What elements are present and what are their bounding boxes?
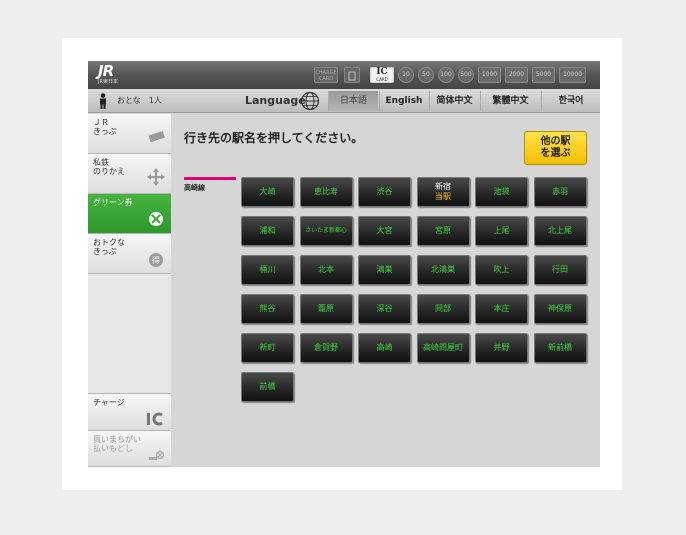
lang-japanese-button[interactable]: 日本語 [328,91,378,111]
bill-10000-indicator: 10000 [559,67,586,83]
station-button[interactable]: 浦和 [241,216,294,246]
discount-icon: 得 [149,253,163,267]
card-slot-icon [344,67,360,83]
coin-50-indicator: 50 [418,67,434,83]
station-button[interactable]: 上尾 [475,216,528,246]
lang-traditional-chinese-button[interactable]: 繁體中文 [480,91,540,111]
coin-10-indicator: 10 [398,67,414,83]
station-button[interactable]: 岡部 [416,294,470,324]
logo-sub: JR東日本 [98,79,118,85]
station-button[interactable]: さいたま新都心 [299,216,353,246]
other-station-button[interactable]: 他の駅 を選ぶ [524,131,587,165]
svg-text:得: 得 [152,255,160,265]
language-label: Language [245,94,306,107]
charge-card-label: CHARGE CARD [315,70,337,82]
station-button[interactable]: 前橋 [241,372,294,402]
top-bar: JR JR東日本 CHARGE CARD IC CARD 10 50 100 5… [88,61,600,89]
station-button[interactable]: 深谷 [358,294,411,324]
sidebar-item-refund[interactable]: 買いまちがい 払いもどし [88,431,171,467]
station-button[interactable]: 新町 [241,333,294,363]
current-station-name: 新宿 [435,182,451,191]
jr-logo: JR JR東日本 [98,64,124,86]
sidebar-item-green-ticket[interactable]: グリーン券 [88,194,171,234]
station-button[interactable]: 北鴻巣 [416,255,470,285]
station-button[interactable]: 行田 [533,255,587,285]
refund-icon [149,450,164,460]
line-label: 高崎線 [184,184,205,192]
green-car-icon [149,212,163,226]
page-title: 行き先の駅名を押してください。 [184,131,364,145]
station-button[interactable]: 倉賀野 [299,333,353,363]
sidebar-item-label: グリーン券 [93,198,133,207]
sidebar-item-label: おトクな きっぷ [93,238,125,256]
station-button[interactable]: 吹上 [475,255,528,285]
sidebar-item-discount-ticket[interactable]: おトクな きっぷ 得 [88,234,171,274]
ic-card-slot: IC CARD [370,67,394,83]
station-button[interactable]: 北本 [299,255,353,285]
lang-korean-button[interactable]: 한국어 [541,91,600,111]
ic-sub: CARD [376,77,388,82]
line-color-bar [184,177,236,180]
station-button[interactable]: 井野 [475,333,528,363]
sidebar-item-charge[interactable]: チャージ [88,393,171,431]
station-button[interactable]: 神保原 [533,294,587,324]
bill-1000-indicator: 1000 [478,67,501,83]
station-button[interactable]: 高崎問屋町 [416,333,470,363]
station-button[interactable]: 北上尾 [533,216,587,246]
station-button[interactable]: 大崎 [241,177,294,207]
coin-500-indicator: 500 [458,67,474,83]
sidebar-item-jr-ticket[interactable]: ＪＲ きっぷ [88,114,171,154]
charge-card-slot: CHARGE CARD [314,67,338,83]
other-station-label: 他の駅 を選ぶ [540,136,571,159]
station-button[interactable]: 赤羽 [533,177,587,207]
person-icon [100,93,106,109]
ticket-machine-screen: JR JR東日本 CHARGE CARD IC CARD 10 50 100 5… [88,61,600,467]
station-button[interactable]: 鴻巣 [358,255,411,285]
sidebar-item-private-railway[interactable]: 私鉄 のりかえ [88,154,171,194]
station-button[interactable]: 本庄 [475,294,528,324]
bill-2000-indicator: 2000 [505,67,528,83]
station-button[interactable]: 宮原 [416,216,470,246]
lang-simplified-chinese-button[interactable]: 简体中文 [429,91,479,111]
coin-100-indicator: 100 [438,67,454,83]
station-button[interactable]: 熊谷 [241,294,294,324]
station-button[interactable]: 池袋 [475,177,528,207]
ic-label: IC [376,67,388,77]
passenger-count[interactable]: おとな 1人 [117,95,162,106]
sidebar-item-label: 私鉄 のりかえ [93,158,125,176]
station-button[interactable]: 新前橋 [533,333,587,363]
station-button[interactable]: 大宮 [358,216,411,246]
bill-5000-indicator: 5000 [532,67,555,83]
sidebar: ＪＲ きっぷ 私鉄 のりかえ グリーン券 おトクな きっぷ 得 チャージ 買いま… [88,114,171,467]
globe-icon [300,91,320,111]
lang-english-button[interactable]: English [379,91,428,111]
sidebar-item-label: チャージ [93,398,125,407]
station-button[interactable]: 恵比寿 [299,177,353,207]
logo-text: JR [98,62,114,80]
current-station-tag: 当駅 [435,192,451,201]
station-button[interactable]: 高崎 [358,333,411,363]
transfer-arrows-icon [147,168,165,186]
sidebar-item-label: 買いまちがい 払いもどし [93,435,141,453]
station-button[interactable]: 籠原 [299,294,353,324]
language-bar: おとな 1人 Language 日本語 English 简体中文 繁體中文 한국… [88,89,600,113]
ticket-icon [148,130,165,142]
current-station-button: 新宿 当駅 [416,177,470,207]
sidebar-item-label: ＪＲ きっぷ [93,118,117,136]
ic-charge-icon [147,412,163,426]
station-button[interactable]: 渋谷 [358,177,411,207]
station-button[interactable]: 桶川 [241,255,294,285]
